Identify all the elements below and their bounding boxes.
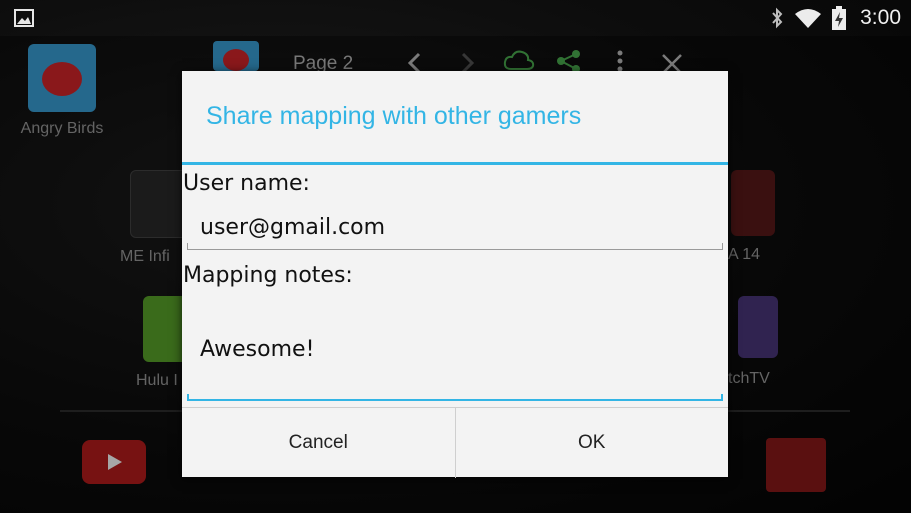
dialog-button-bar: Cancel OK: [182, 407, 728, 478]
username-underline: [187, 243, 723, 250]
status-bar: 3:00: [0, 0, 911, 36]
clock: 3:00: [860, 6, 901, 29]
ok-button[interactable]: OK: [456, 408, 729, 478]
username-field[interactable]: user@gmail.com: [200, 215, 734, 240]
bluetooth-icon: [772, 7, 783, 29]
cancel-button[interactable]: Cancel: [182, 408, 455, 478]
notes-label: Mapping notes:: [183, 263, 353, 288]
username-label: User name:: [183, 171, 310, 196]
dialog-title: Share mapping with other gamers: [206, 102, 582, 130]
home-screen: Angry Birds Page 2 ME Infi A 14 Hulu I t…: [0, 0, 911, 513]
battery-charging-icon: [832, 6, 847, 30]
notes-field[interactable]: Awesome!: [200, 337, 734, 362]
title-divider: [182, 162, 728, 165]
share-mapping-dialog: Share mapping with other gamers User nam…: [182, 71, 728, 478]
notes-underline: [187, 394, 723, 401]
wifi-icon: [795, 9, 822, 28]
image-notification-icon: [14, 9, 34, 27]
